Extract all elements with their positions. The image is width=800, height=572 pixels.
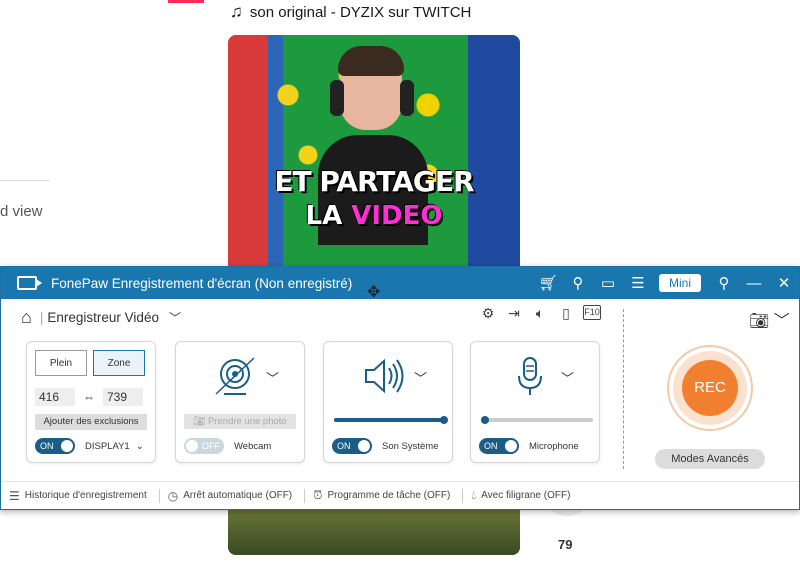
video-camera-icon	[17, 276, 42, 290]
system-volume-slider[interactable]	[334, 416, 448, 424]
take-photo-button[interactable]: 📷︎ Prendre une photo	[184, 414, 296, 429]
history-label: Historique d'enregistrement	[24, 490, 147, 501]
microphone-toggle[interactable]: ON	[479, 438, 519, 454]
mouse-icon[interactable]: ▯	[557, 305, 575, 322]
system-sound-label: Son Système	[382, 440, 439, 452]
chevron-down-icon[interactable]: ﹀	[266, 368, 279, 387]
video-caption-line1: ET PARTAGER	[274, 165, 474, 198]
system-sound-card: ﹀ ON Son Système	[323, 341, 453, 463]
system-sound-toggle[interactable]: ON	[332, 438, 372, 454]
drop-icon: 💧︎	[471, 488, 477, 502]
webcam-label: Webcam	[234, 440, 272, 452]
slider-knob[interactable]	[440, 416, 448, 424]
chevron-down-icon[interactable]: ﹀	[561, 368, 574, 387]
video-bottom	[228, 505, 520, 555]
display-select[interactable]: DISPLAY1	[85, 441, 130, 452]
schedule-item[interactable]: ⏰︎ Programme de tâche (OFF)	[313, 488, 450, 503]
share-count: 79	[558, 537, 573, 552]
toolbar: ⚙ ⇥ 🔈︎ ▯ F10	[479, 305, 601, 322]
pin-icon[interactable]: ⚲	[709, 274, 739, 292]
cart-icon[interactable]: 🛒︎	[533, 274, 563, 292]
schedule-label: Programme de tâche (OFF)	[327, 490, 451, 501]
f10-icon[interactable]: F10	[583, 305, 601, 320]
divider	[623, 309, 624, 469]
zone-button[interactable]: Zone	[93, 350, 145, 376]
watermark-item[interactable]: 💧︎ Avec filigrane (OFF)	[471, 488, 570, 503]
camera-icon: 📷︎	[193, 416, 206, 427]
microphone-icon	[505, 354, 555, 398]
auto-stop-item[interactable]: ◷ Arrêt automatique (OFF)	[168, 489, 292, 503]
music-note-icon: ♫	[230, 2, 243, 21]
webcam-card: ﹀ 📷︎ Prendre une photo OFF Webcam	[175, 341, 305, 463]
video-caption-highlight: VIDEO	[351, 201, 443, 231]
mode-label: Enregistreur Vidéo	[47, 310, 159, 325]
music-label-text: son original - DYZIX sur TWITCH	[249, 4, 472, 21]
take-photo-label: Prendre une photo	[208, 416, 287, 427]
titlebar[interactable]: FonePaw Enregistrement d'écran (Non enre…	[1, 267, 799, 302]
speaker-icon	[358, 354, 408, 398]
mode-selector[interactable]: ⌂ | Enregistreur Vidéo ﹀	[21, 307, 181, 328]
video-caption-line2: LA VIDEO	[228, 201, 520, 231]
export-icon[interactable]: ⇥	[505, 305, 523, 322]
mini-button[interactable]: Mini	[658, 274, 701, 292]
webcam-icon	[210, 354, 260, 398]
close-icon[interactable]: ✕	[769, 274, 799, 292]
music-label[interactable]: ♫ son original - DYZIX sur TWITCH	[230, 2, 471, 22]
recorder-window: FonePaw Enregistrement d'écran (Non enre…	[0, 266, 800, 510]
webcam-toggle[interactable]: OFF	[184, 438, 224, 454]
screen-area-card: Plein Zone 416 ⇔ 739 Ajouter des exclusi…	[26, 341, 156, 463]
dimensions: 416 ⇔ 739	[35, 388, 143, 406]
side-text: d view	[0, 203, 43, 220]
width-input[interactable]: 416	[35, 388, 75, 406]
screen-toggle[interactable]: ON	[35, 438, 75, 454]
add-exclusions-button[interactable]: Ajouter des exclusions	[35, 414, 147, 430]
microphone-volume-slider[interactable]	[481, 416, 593, 424]
screenshot-camera-icon[interactable]: 📷︎ ﹀	[749, 307, 790, 331]
window-title: FonePaw Enregistrement d'écran (Non enre…	[51, 275, 353, 291]
separator: |	[39, 310, 44, 325]
chevron-down-icon[interactable]: ﹀	[414, 368, 427, 387]
chat-icon[interactable]: ▭	[593, 274, 623, 292]
rec-button-ring: REC	[667, 345, 753, 431]
watermark-label: Avec filigrane (OFF)	[481, 490, 571, 501]
key-icon[interactable]: ⚲	[563, 274, 593, 292]
speaker-icon[interactable]: 🔈︎	[531, 305, 549, 322]
slider-knob[interactable]	[481, 416, 489, 424]
footer-bar: ☰ Historique d'enregistrement ◷ Arrêt au…	[1, 481, 799, 509]
advanced-modes-button[interactable]: Modes Avancés	[655, 449, 765, 469]
move-icon[interactable]: ✥	[367, 282, 380, 302]
clock-icon: ◷	[167, 488, 179, 503]
auto-stop-label: Arrêt automatique (OFF)	[183, 490, 293, 501]
history-item[interactable]: ☰ Historique d'enregistrement	[9, 489, 147, 503]
home-icon[interactable]: ⌂	[21, 307, 32, 328]
rec-button[interactable]: REC	[682, 360, 738, 416]
chevron-down-icon[interactable]: ﹀	[169, 309, 181, 326]
microphone-card: ﹀ ON Microphone	[470, 341, 600, 463]
height-input[interactable]: 739	[103, 388, 143, 406]
link-icon[interactable]: ⇔	[83, 390, 95, 404]
list-icon: ☰	[9, 488, 20, 503]
microphone-label: Microphone	[529, 440, 579, 452]
full-screen-button[interactable]: Plein	[35, 350, 87, 376]
menu-icon[interactable]: ☰	[623, 274, 653, 292]
alarm-clock-icon: ⏰︎	[313, 488, 323, 502]
divider	[0, 180, 50, 181]
minimize-icon[interactable]: —	[739, 275, 769, 292]
video-caption-part1: LA	[305, 201, 352, 231]
upload-button-edge[interactable]	[168, 0, 204, 3]
gear-icon[interactable]: ⚙	[479, 305, 497, 322]
chevron-down-icon[interactable]: ⌄	[136, 441, 144, 452]
